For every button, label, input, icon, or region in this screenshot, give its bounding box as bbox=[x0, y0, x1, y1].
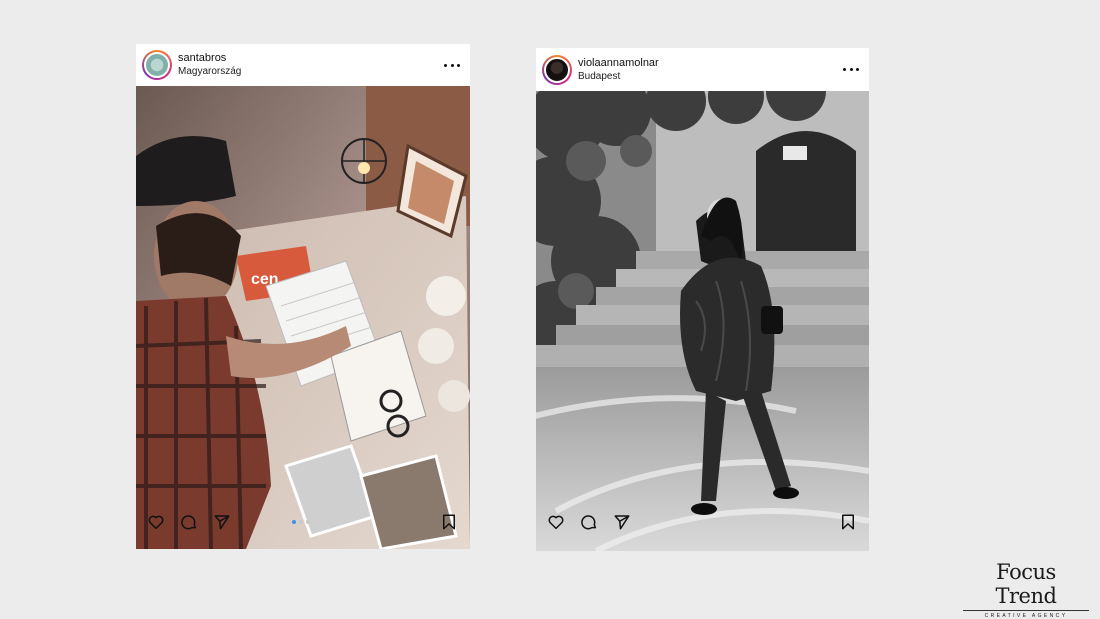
post-actions-bar bbox=[536, 505, 869, 539]
username[interactable]: violaannamolnar bbox=[578, 57, 659, 70]
send-icon[interactable] bbox=[213, 513, 231, 531]
bookmark-icon[interactable] bbox=[440, 513, 458, 531]
comment-icon[interactable] bbox=[580, 513, 598, 531]
heart-icon[interactable] bbox=[147, 513, 165, 531]
post-photo[interactable] bbox=[536, 91, 869, 551]
send-icon[interactable] bbox=[613, 513, 631, 531]
profile-avatar[interactable] bbox=[542, 54, 572, 85]
brand-tagline: CREATIVE AGENCY bbox=[984, 613, 1068, 619]
heart-icon[interactable] bbox=[547, 513, 565, 531]
username[interactable]: santabros bbox=[178, 52, 241, 65]
comment-icon[interactable] bbox=[180, 513, 198, 531]
brand-logo: Focus Trend CREATIVE AGENCY bbox=[963, 560, 1089, 619]
location[interactable]: Magyarország bbox=[178, 65, 241, 78]
more-icon[interactable] bbox=[444, 60, 460, 70]
more-icon[interactable] bbox=[843, 65, 859, 75]
post-card-violaannamolnar: violaannamolnar Budapest bbox=[536, 48, 869, 551]
carousel-dot[interactable] bbox=[299, 520, 303, 524]
profile-avatar[interactable] bbox=[142, 50, 172, 80]
post-photo[interactable]: cen bbox=[136, 86, 470, 549]
bookmark-icon[interactable] bbox=[839, 513, 857, 531]
brand-name: Focus Trend bbox=[963, 560, 1089, 611]
carousel-dot[interactable] bbox=[292, 520, 296, 524]
carousel-dot[interactable] bbox=[306, 520, 310, 524]
post-card-santabros: santabros Magyarország cen bbox=[136, 44, 470, 549]
post-header: santabros Magyarország bbox=[136, 44, 470, 86]
post-actions-bar bbox=[136, 505, 470, 539]
carousel-indicator bbox=[292, 520, 310, 524]
location[interactable]: Budapest bbox=[578, 70, 659, 83]
post-header: violaannamolnar Budapest bbox=[536, 48, 869, 91]
